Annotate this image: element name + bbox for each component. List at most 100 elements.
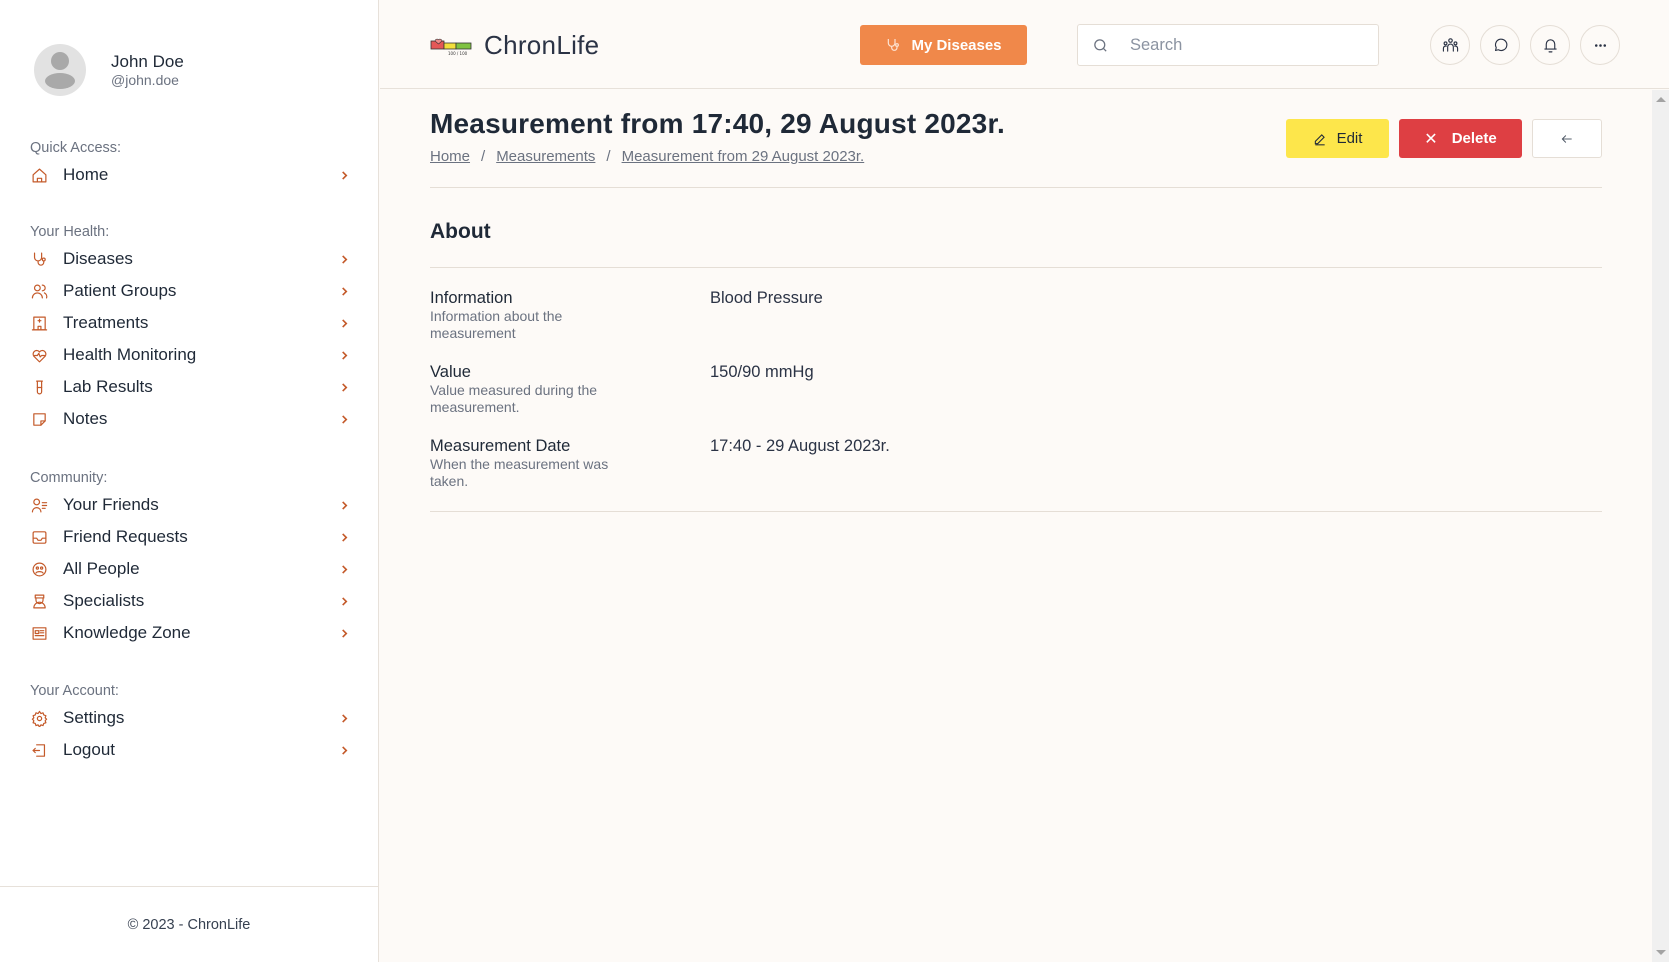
- info-description: Information about the measurement: [430, 308, 563, 341]
- breadcrumb-current[interactable]: Measurement from 29 August 2023r.: [622, 148, 865, 165]
- user-profile[interactable]: John Doe @john.doe: [34, 44, 184, 96]
- info-label: Information: [430, 289, 513, 307]
- edit-button[interactable]: Edit: [1286, 119, 1389, 158]
- chevron-right-icon: [340, 283, 350, 299]
- scroll-up-arrow-icon[interactable]: [1656, 97, 1666, 102]
- nav-section-community: Community: Your Friends Friend Requests …: [30, 467, 350, 649]
- nav-section-your-account: Your Account: Settings Logout: [30, 680, 350, 766]
- nav-heading: Your Account:: [30, 683, 119, 699]
- back-button[interactable]: [1532, 119, 1602, 158]
- breadcrumb-separator: /: [481, 148, 486, 165]
- chevron-right-icon: [340, 411, 350, 427]
- edit-label: Edit: [1336, 130, 1363, 147]
- chevron-right-icon: [340, 379, 350, 395]
- scrollbar[interactable]: [1652, 90, 1669, 962]
- sidebar-item-treatments[interactable]: Treatments: [30, 307, 350, 339]
- delete-label: Delete: [1451, 130, 1497, 147]
- chevron-right-icon: [340, 315, 350, 331]
- sidebar-item-label: Settings: [63, 708, 125, 727]
- pencil-icon: [1314, 133, 1325, 145]
- page-title: Measurement from 17:40, 29 August 2023r.: [430, 108, 1005, 139]
- breadcrumb-measurements[interactable]: Measurements: [496, 148, 595, 165]
- info-row-value: Value Value measured during the measurem…: [430, 362, 1602, 416]
- breadcrumb: Home / Measurements / Measurement from 2…: [430, 148, 864, 165]
- sidebar-item-all-people[interactable]: All People: [30, 553, 350, 585]
- top-header: 100 / 100 ChronLife My Diseases: [380, 0, 1669, 89]
- bell-icon: [1543, 38, 1557, 52]
- app-logo[interactable]: 100 / 100 ChronLife: [430, 30, 599, 61]
- breadcrumb-home[interactable]: Home: [430, 148, 470, 165]
- groups-icon: [1442, 37, 1458, 52]
- info-description: When the measurement was taken.: [430, 456, 609, 489]
- arrow-left-icon: [1561, 134, 1572, 143]
- divider: [430, 267, 1602, 268]
- sidebar-footer: © 2023 - ChronLife: [0, 886, 378, 962]
- newspaper-icon: [30, 624, 48, 642]
- chat-button[interactable]: [1480, 25, 1520, 65]
- sidebar-item-knowledge-zone[interactable]: Knowledge Zone: [30, 617, 350, 649]
- stethoscope-icon: [30, 250, 48, 268]
- logout-icon: [30, 741, 48, 759]
- search-box[interactable]: [1077, 24, 1379, 66]
- main-content: Measurement from 17:40, 29 August 2023r.…: [380, 90, 1652, 962]
- chevron-right-icon: [340, 167, 350, 183]
- info-value: 17:40 - 29 August 2023r.: [710, 437, 890, 455]
- sidebar: John Doe @john.doe Quick Access: Home Yo…: [0, 0, 379, 962]
- sidebar-item-home[interactable]: Home: [30, 159, 350, 191]
- my-diseases-label: My Diseases: [911, 36, 1002, 54]
- sidebar-item-label: Patient Groups: [63, 281, 177, 300]
- more-icon: [1594, 43, 1606, 47]
- chevron-right-icon: [340, 593, 350, 609]
- sidebar-item-lab-results[interactable]: Lab Results: [30, 371, 350, 403]
- chevron-right-icon: [340, 742, 350, 758]
- nav-heading: Your Health:: [30, 224, 110, 240]
- sidebar-item-your-friends[interactable]: Your Friends: [30, 489, 350, 521]
- sidebar-item-label: Friend Requests: [63, 527, 188, 546]
- chevron-right-icon: [340, 625, 350, 641]
- sidebar-item-label: Knowledge Zone: [63, 623, 191, 642]
- sidebar-item-patient-groups[interactable]: Patient Groups: [30, 275, 350, 307]
- sidebar-item-settings[interactable]: Settings: [30, 702, 350, 734]
- people-circle-icon: [30, 560, 48, 578]
- info-row-information: Information Information about the measur…: [430, 288, 1602, 342]
- close-icon: ✕: [1424, 130, 1438, 148]
- sidebar-item-label: Home: [63, 165, 109, 184]
- scroll-down-arrow-icon[interactable]: [1656, 950, 1666, 955]
- search-input[interactable]: [1130, 35, 1350, 55]
- test-tube-icon: [30, 378, 48, 396]
- info-label: Value: [430, 363, 471, 381]
- sidebar-item-logout[interactable]: Logout: [30, 734, 350, 766]
- section-title-about: About: [430, 220, 491, 243]
- sidebar-item-label: Notes: [63, 409, 108, 428]
- chevron-right-icon: [340, 251, 350, 267]
- sidebar-item-friend-requests[interactable]: Friend Requests: [30, 521, 350, 553]
- health-bar-logo-icon: 100 / 100: [430, 38, 472, 56]
- chevron-right-icon: [340, 561, 350, 577]
- notifications-button[interactable]: [1530, 25, 1570, 65]
- sidebar-item-label: Your Friends: [63, 495, 159, 514]
- user-name: John Doe: [111, 52, 184, 71]
- sidebar-item-label: Health Monitoring: [63, 345, 197, 364]
- delete-button[interactable]: ✕ Delete: [1399, 119, 1522, 158]
- hospital-icon: [30, 314, 48, 332]
- sidebar-item-diseases[interactable]: Diseases: [30, 243, 350, 275]
- info-value: 150/90 mmHg: [710, 363, 814, 381]
- avatar: [34, 44, 86, 96]
- user-list-icon: [30, 496, 48, 514]
- info-value: Blood Pressure: [710, 289, 823, 307]
- sidebar-item-label: Logout: [63, 740, 115, 759]
- sidebar-item-notes[interactable]: Notes: [30, 403, 350, 435]
- nav-section-your-health: Your Health: Diseases Patient Groups Tre…: [30, 221, 350, 435]
- groups-button[interactable]: [1430, 25, 1470, 65]
- divider: [430, 511, 1602, 512]
- chevron-right-icon: [340, 710, 350, 726]
- sidebar-item-health-monitoring[interactable]: Health Monitoring: [30, 339, 350, 371]
- svg-text:100 / 100: 100 / 100: [448, 51, 468, 56]
- my-diseases-button[interactable]: My Diseases: [860, 25, 1027, 65]
- sidebar-item-label: Treatments: [63, 313, 149, 332]
- breadcrumb-separator: /: [606, 148, 611, 165]
- gear-icon: [30, 709, 48, 727]
- sidebar-item-specialists[interactable]: Specialists: [30, 585, 350, 617]
- more-button[interactable]: [1580, 25, 1620, 65]
- info-label: Measurement Date: [430, 437, 571, 455]
